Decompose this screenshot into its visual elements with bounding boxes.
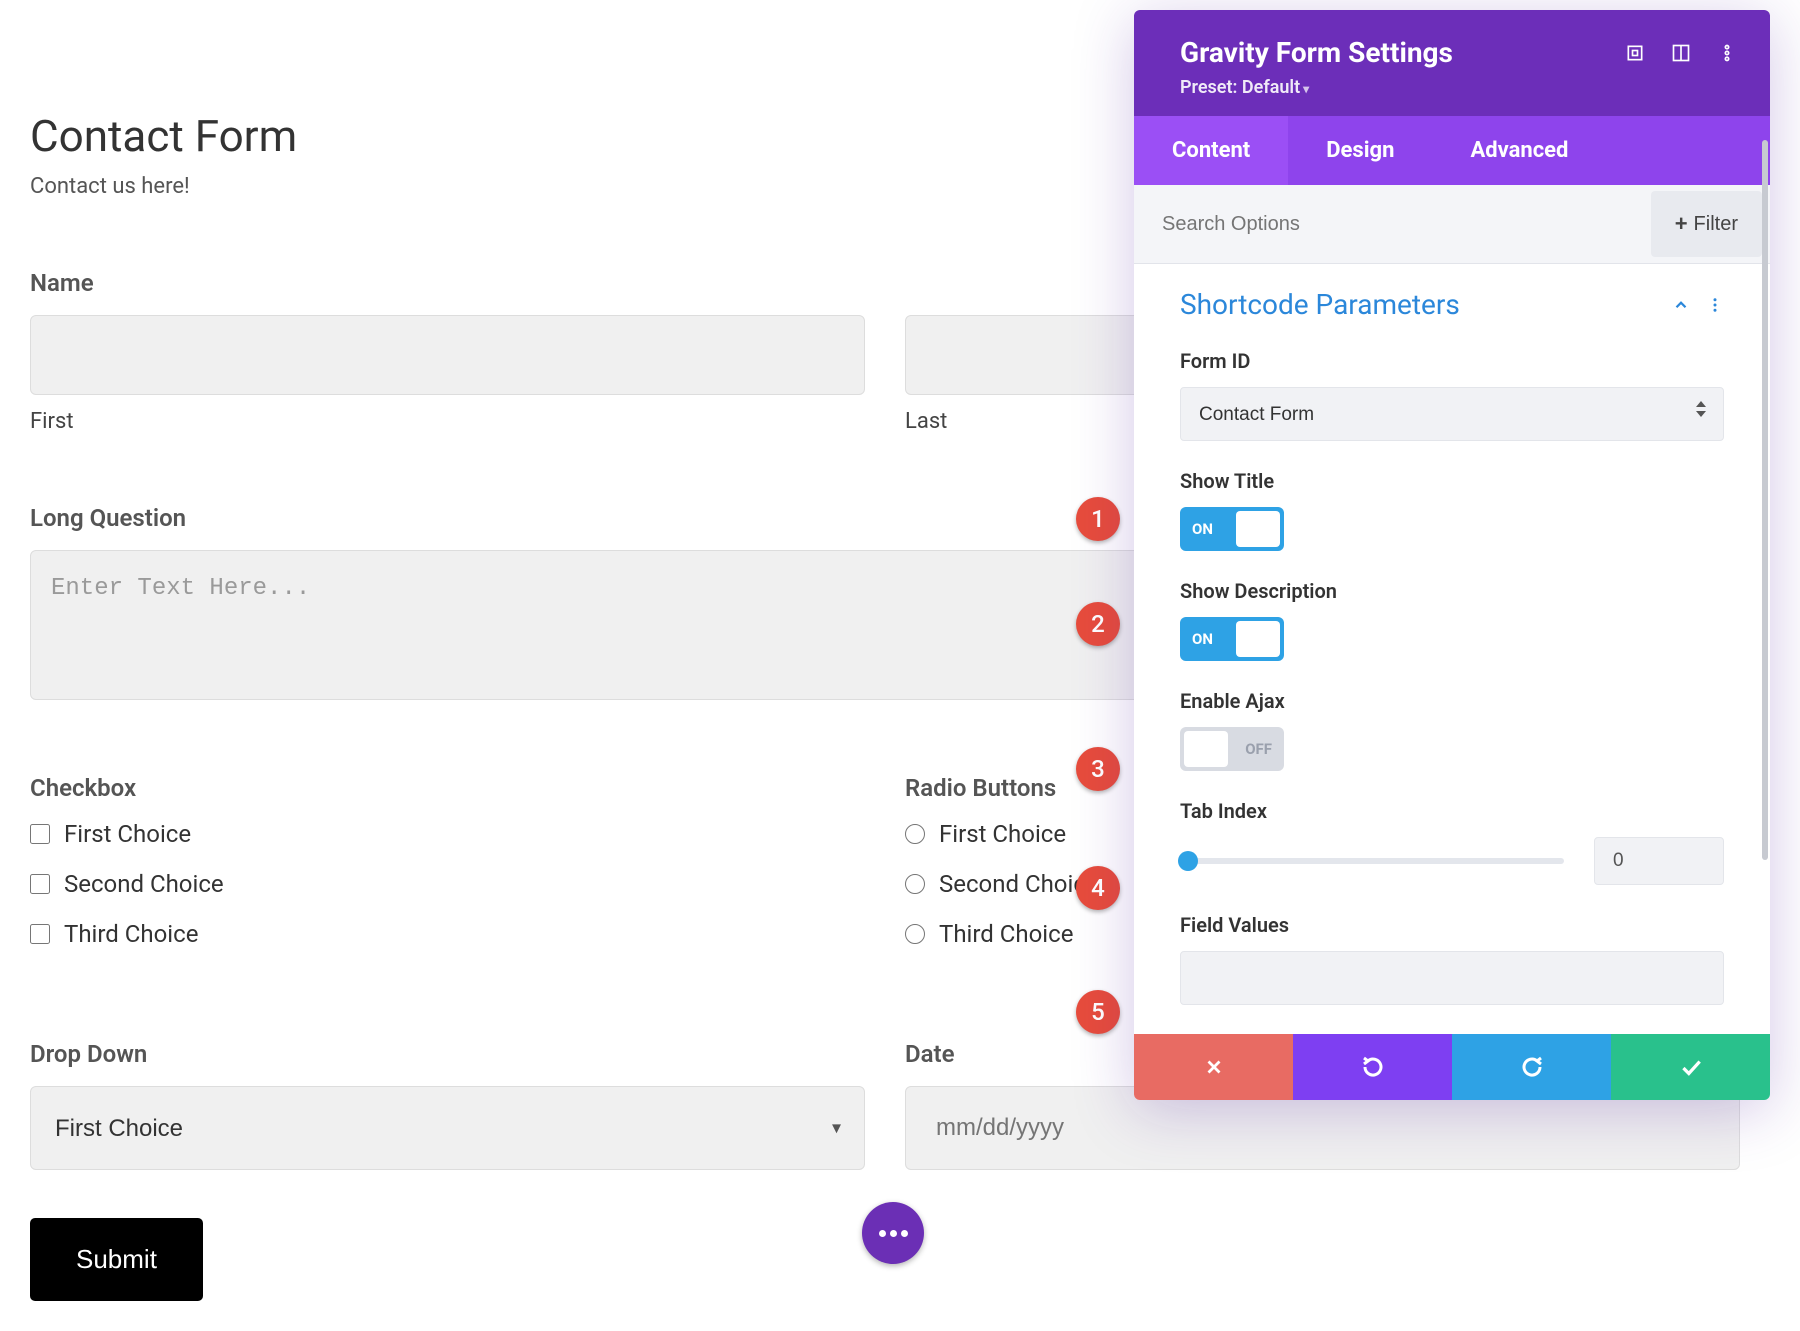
section-menu-icon[interactable] [1706, 296, 1724, 314]
kebab-menu-icon[interactable] [1716, 42, 1738, 64]
checkbox-3-text: Third Choice [64, 920, 198, 948]
checkbox-3-input[interactable] [30, 924, 50, 944]
section-collapse-icon[interactable] [1672, 296, 1690, 314]
checkbox-1-text: First Choice [64, 820, 191, 848]
checkbox-2-text: Second Choice [64, 870, 224, 898]
search-input[interactable] [1134, 191, 1651, 258]
show-title-toggle-state: ON [1192, 520, 1213, 538]
columns-icon[interactable] [1670, 42, 1692, 64]
tab-advanced[interactable]: Advanced [1432, 116, 1606, 185]
tab-index-slider[interactable] [1180, 858, 1564, 864]
show-description-label: Show Description [1180, 579, 1724, 603]
annotation-3: 3 [1076, 747, 1120, 791]
field-values-label: Field Values [1180, 913, 1724, 937]
show-title-label: Show Title [1180, 469, 1724, 493]
enable-ajax-label: Enable Ajax [1180, 689, 1724, 713]
annotation-5: 5 [1076, 990, 1120, 1034]
fab-more-button[interactable] [862, 1202, 924, 1264]
checkbox-1-input[interactable] [30, 824, 50, 844]
radio-2-text: Second Choice [939, 870, 1099, 898]
annotation-4: 4 [1076, 866, 1120, 910]
checkbox-choice-3[interactable]: Third Choice [30, 920, 865, 948]
section-title[interactable]: Shortcode Parameters [1180, 288, 1460, 321]
cancel-button[interactable] [1134, 1034, 1293, 1100]
filter-label: Filter [1694, 213, 1738, 236]
radio-2-input[interactable] [905, 874, 925, 894]
save-button[interactable] [1611, 1034, 1770, 1100]
dropdown-select[interactable]: First Choice [30, 1086, 865, 1170]
tab-design[interactable]: Design [1288, 116, 1432, 185]
checkbox-2-input[interactable] [30, 874, 50, 894]
checkbox-label: Checkbox [30, 774, 865, 802]
submit-button[interactable]: Submit [30, 1218, 203, 1301]
panel-preset-dropdown[interactable]: Preset: Default [1180, 77, 1453, 98]
undo-button[interactable] [1293, 1034, 1452, 1100]
checkbox-choice-1[interactable]: First Choice [30, 820, 865, 848]
panel-title: Gravity Form Settings [1180, 36, 1453, 69]
panel-scrollbar[interactable] [1762, 140, 1768, 860]
checkbox-choice-2[interactable]: Second Choice [30, 870, 865, 898]
tab-index-value[interactable] [1594, 837, 1724, 885]
dropdown-label: Drop Down [30, 1040, 865, 1068]
show-description-toggle[interactable]: ON [1180, 617, 1284, 661]
annotation-1: 1 [1076, 497, 1120, 541]
expand-icon[interactable] [1624, 42, 1646, 64]
form-id-select[interactable]: Contact Form [1180, 387, 1724, 441]
redo-button[interactable] [1452, 1034, 1611, 1100]
settings-panel: Gravity Form Settings Preset: Default Co… [1134, 10, 1770, 1100]
radio-1-text: First Choice [939, 820, 1066, 848]
first-name-input[interactable] [30, 315, 865, 395]
filter-button[interactable]: Filter [1651, 191, 1762, 257]
enable-ajax-toggle[interactable]: OFF [1180, 727, 1284, 771]
show-title-toggle[interactable]: ON [1180, 507, 1284, 551]
show-description-toggle-state: ON [1192, 630, 1213, 648]
tab-index-label: Tab Index [1180, 799, 1724, 823]
panel-header: Gravity Form Settings Preset: Default [1134, 10, 1770, 116]
radio-3-text: Third Choice [939, 920, 1073, 948]
tab-content[interactable]: Content [1134, 116, 1288, 185]
radio-3-input[interactable] [905, 924, 925, 944]
first-sublabel: First [30, 409, 865, 434]
tab-index-slider-thumb[interactable] [1178, 851, 1198, 871]
annotation-2: 2 [1076, 602, 1120, 646]
enable-ajax-toggle-state: OFF [1245, 740, 1272, 758]
form-id-label: Form ID [1180, 349, 1724, 373]
field-values-input[interactable] [1180, 951, 1724, 1005]
tabs: Content Design Advanced [1134, 116, 1770, 185]
radio-1-input[interactable] [905, 824, 925, 844]
